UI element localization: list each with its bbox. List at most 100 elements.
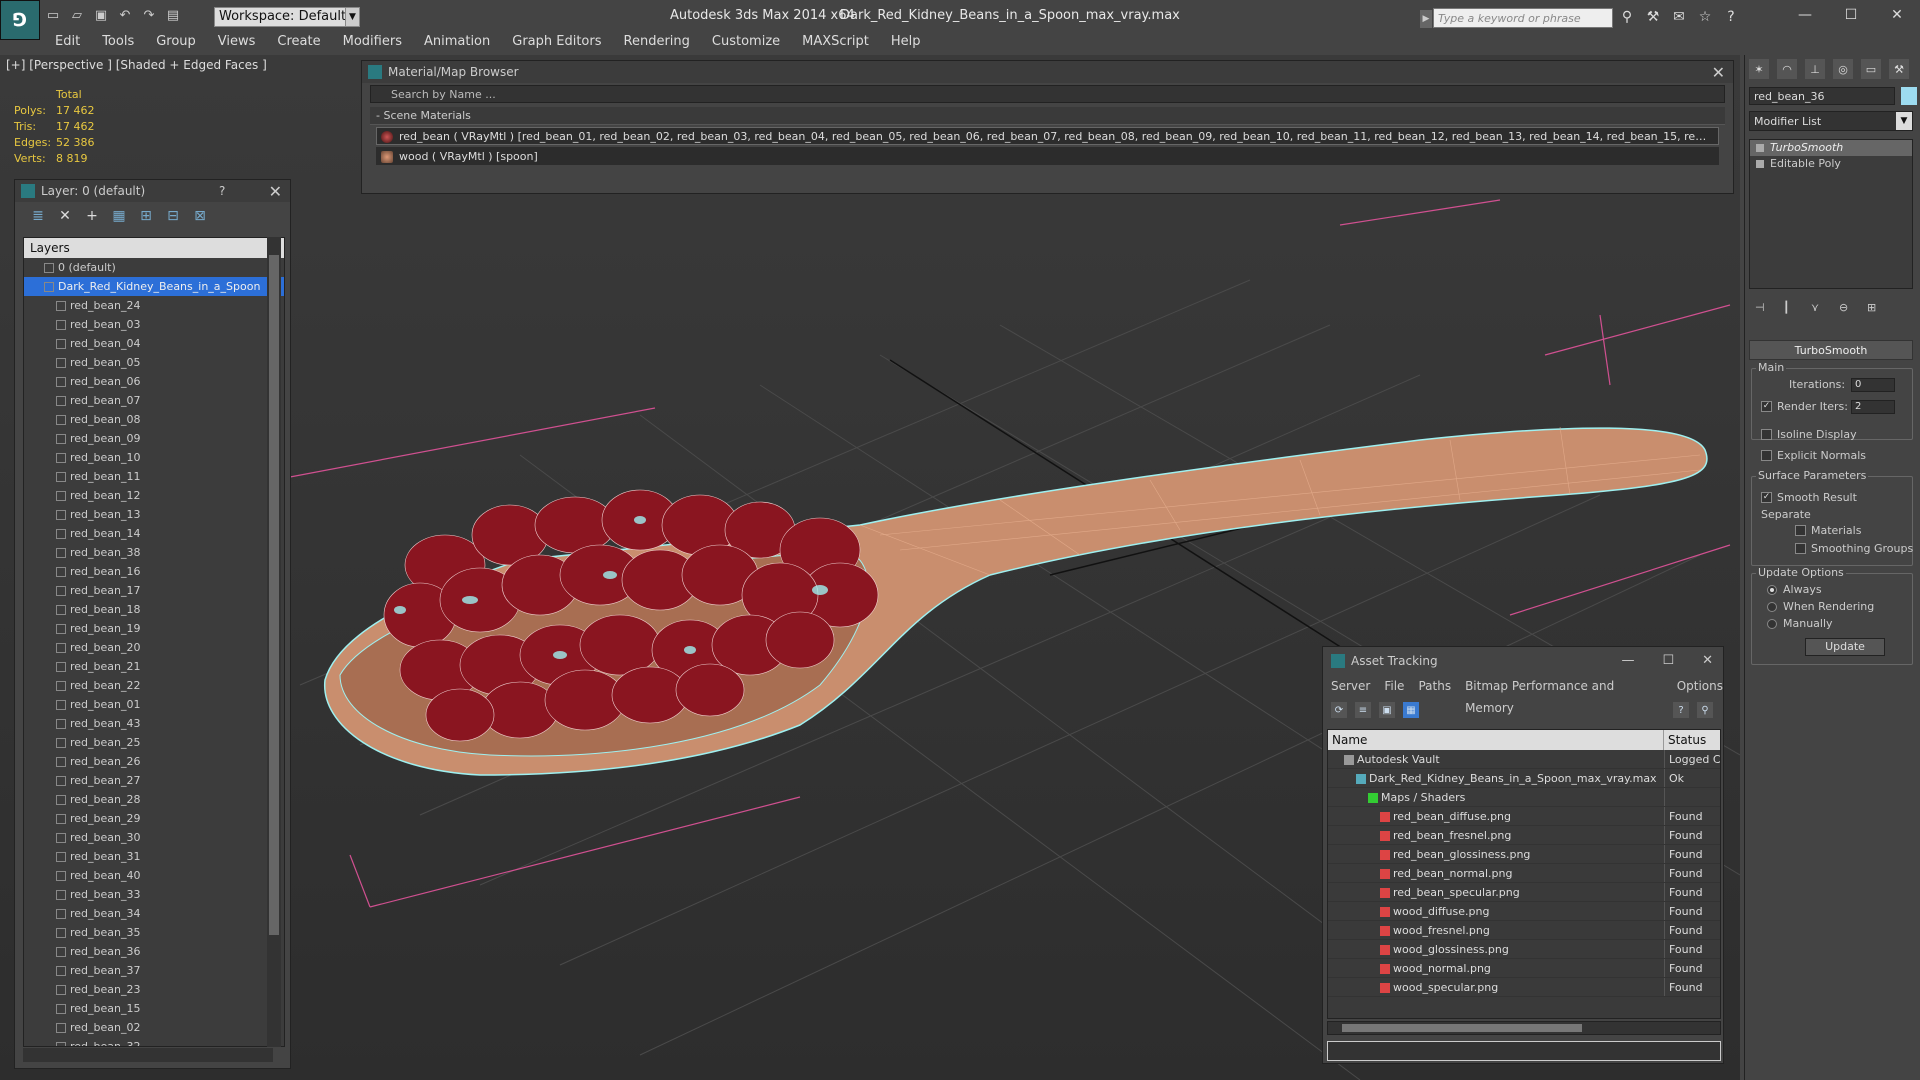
help-icon[interactable]: ? [1673, 702, 1689, 718]
layer-object-item[interactable]: red_bean_38 [24, 543, 284, 562]
close-icon[interactable]: ✕ [1702, 653, 1713, 668]
pin-stack-icon[interactable]: ⊣ [1755, 301, 1769, 315]
menu-help[interactable]: Help [880, 33, 932, 53]
layer-object-item[interactable]: red_bean_23 [24, 980, 284, 999]
favorites-icon[interactable]: ☆ [1696, 8, 1714, 26]
layer-object-item[interactable]: red_bean_01 [24, 695, 284, 714]
render-iters-checkbox[interactable]: ✓ [1761, 401, 1772, 412]
asset-row[interactable]: Autodesk Vault Logged C [1328, 750, 1720, 769]
layer-object-item[interactable]: red_bean_27 [24, 771, 284, 790]
asset-row[interactable]: red_bean_fresnel.png Found [1328, 826, 1720, 845]
layer-object-item[interactable]: red_bean_03 [24, 315, 284, 334]
viewport-label[interactable]: [+] [Perspective ] [Shaded + Edged Faces… [6, 58, 267, 72]
hierarchy-tab-icon[interactable]: ⊥ [1805, 59, 1825, 79]
highlight-layer-icon[interactable]: ⊞ [137, 207, 155, 225]
layer-object-item[interactable]: red_bean_37 [24, 961, 284, 980]
asset-row[interactable]: red_bean_glossiness.png Found [1328, 845, 1720, 864]
modifier-list-dropdown[interactable]: Modifier List ▼ [1749, 111, 1913, 131]
layer-object-item[interactable]: red_bean_30 [24, 828, 284, 847]
layer-item-default[interactable]: 0 (default) ✓ [24, 258, 284, 277]
layer-object-item[interactable]: red_bean_08 [24, 410, 284, 429]
asset-menu-paths[interactable]: Paths [1418, 675, 1451, 697]
project-folder-icon[interactable]: ▤ [164, 6, 182, 24]
create-layer-icon[interactable]: ≣ [29, 207, 47, 225]
remove-modifier-icon[interactable]: ⊖ [1839, 301, 1853, 315]
motion-tab-icon[interactable]: ◎ [1833, 59, 1853, 79]
column-header-status[interactable]: Status [1664, 730, 1706, 750]
undo-icon[interactable]: ↶ [116, 6, 134, 24]
iterations-spinner[interactable]: 0 [1851, 378, 1895, 392]
asset-row[interactable]: wood_diffuse.png Found [1328, 902, 1720, 921]
hide-all-icon[interactable]: ⊟ [164, 207, 182, 225]
turbosmooth-rollout-header[interactable]: TurboSmooth [1749, 340, 1913, 360]
menu-modifiers[interactable]: Modifiers [332, 33, 413, 53]
menu-animation[interactable]: Animation [413, 33, 501, 53]
menu-group[interactable]: Group [145, 33, 207, 53]
modifier-stack[interactable]: TurboSmooth Editable Poly [1749, 139, 1913, 289]
pin-icon[interactable]: ⚲ [1697, 702, 1713, 718]
freeze-all-icon[interactable]: ⊠ [191, 207, 209, 225]
configure-sets-icon[interactable]: ⊞ [1867, 301, 1881, 315]
update-when-rendering-radio[interactable] [1767, 602, 1777, 612]
asset-row[interactable]: Dark_Red_Kidney_Beans_in_a_Spoon_max_vra… [1328, 769, 1720, 788]
create-tab-icon[interactable]: ✶ [1749, 59, 1769, 79]
stack-item-turbosmooth[interactable]: TurboSmooth [1750, 140, 1912, 156]
layer-explorer-titlebar[interactable]: Layer: 0 (default) ? [15, 180, 290, 202]
render-iters-spinner[interactable]: 2 [1851, 400, 1895, 414]
minimize-icon[interactable]: — [1621, 653, 1634, 668]
asset-row[interactable]: wood_normal.png Found [1328, 959, 1720, 978]
layer-object-item[interactable]: red_bean_35 [24, 923, 284, 942]
minimize-icon[interactable]: — [1782, 0, 1828, 30]
separate-smoothing-groups-checkbox[interactable] [1795, 543, 1806, 554]
asset-row[interactable]: red_bean_diffuse.png Found [1328, 807, 1720, 826]
asset-table[interactable]: Name Status Autodesk Vault Logged C Dark_R… [1327, 729, 1721, 1019]
layer-object-item[interactable]: red_bean_33 [24, 885, 284, 904]
asset-menu-options[interactable]: Options [1677, 675, 1723, 697]
save-icon[interactable]: ▣ [92, 6, 110, 24]
asset-row[interactable]: red_bean_specular.png Found [1328, 883, 1720, 902]
layer-object-item[interactable]: red_bean_36 [24, 942, 284, 961]
object-color-swatch[interactable] [1901, 87, 1917, 105]
layer-object-item[interactable]: red_bean_02 [24, 1018, 284, 1037]
help-icon[interactable]: ? [219, 184, 225, 198]
explicit-normals-checkbox[interactable] [1761, 450, 1772, 461]
layer-tree[interactable]: Layers 0 (default) ✓ Dark_Red_Kidney_Bea… [23, 237, 285, 1047]
asset-row[interactable]: wood_glossiness.png Found [1328, 940, 1720, 959]
binoculars-icon[interactable]: ⚲ [1618, 8, 1636, 26]
object-name-field[interactable]: red_bean_36 [1749, 87, 1895, 105]
utilities-tab-icon[interactable]: ⚒ [1889, 59, 1909, 79]
scrollbar-thumb[interactable] [1342, 1024, 1582, 1032]
menu-maxscript[interactable]: MAXScript [791, 33, 880, 53]
thumbnail-view-icon[interactable]: ▣ [1379, 702, 1395, 718]
close-icon[interactable]: ✕ [269, 182, 282, 201]
stack-item-editable-poly[interactable]: Editable Poly [1750, 156, 1912, 172]
layer-object-item[interactable]: red_bean_21 [24, 657, 284, 676]
make-unique-icon[interactable]: ⋎ [1811, 301, 1825, 315]
asset-menu-bitmap[interactable]: Bitmap Performance and Memory [1465, 675, 1663, 715]
layer-object-item[interactable]: red_bean_07 [24, 391, 284, 410]
layer-object-item[interactable]: red_bean_04 [24, 334, 284, 353]
layer-object-item[interactable]: red_bean_06 [24, 372, 284, 391]
layer-item-selected[interactable]: Dark_Red_Kidney_Beans_in_a_Spoon [24, 277, 284, 296]
layer-object-item[interactable]: red_bean_43 [24, 714, 284, 733]
scrollbar-thumb[interactable] [269, 255, 279, 935]
menu-views[interactable]: Views [207, 33, 267, 53]
add-to-layer-icon[interactable]: + [83, 207, 101, 225]
menu-create[interactable]: Create [266, 33, 331, 53]
expand-icon[interactable] [1756, 160, 1764, 168]
asset-horizontal-scrollbar[interactable] [1327, 1021, 1721, 1035]
asset-row[interactable]: wood_fresnel.png Found [1328, 921, 1720, 940]
layer-horizontal-scrollbar[interactable] [23, 1048, 273, 1062]
layer-object-item[interactable]: red_bean_10 [24, 448, 284, 467]
delete-layer-icon[interactable]: ✕ [56, 207, 74, 225]
communication-icon[interactable]: ✉ [1670, 8, 1688, 26]
material-search-input[interactable]: Search by Name ... [370, 85, 1725, 103]
menu-tools[interactable]: Tools [91, 33, 145, 53]
app-menu-button[interactable]: ⅁ [0, 0, 40, 40]
layer-scrollbar[interactable] [267, 237, 281, 1047]
layer-object-item[interactable]: red_bean_12 [24, 486, 284, 505]
smooth-result-checkbox[interactable]: ✓ [1761, 492, 1772, 503]
search-input[interactable]: Type a keyword or phrase [1433, 8, 1613, 28]
menu-graph-editors[interactable]: Graph Editors [501, 33, 612, 53]
layer-object-item[interactable]: red_bean_22 [24, 676, 284, 695]
